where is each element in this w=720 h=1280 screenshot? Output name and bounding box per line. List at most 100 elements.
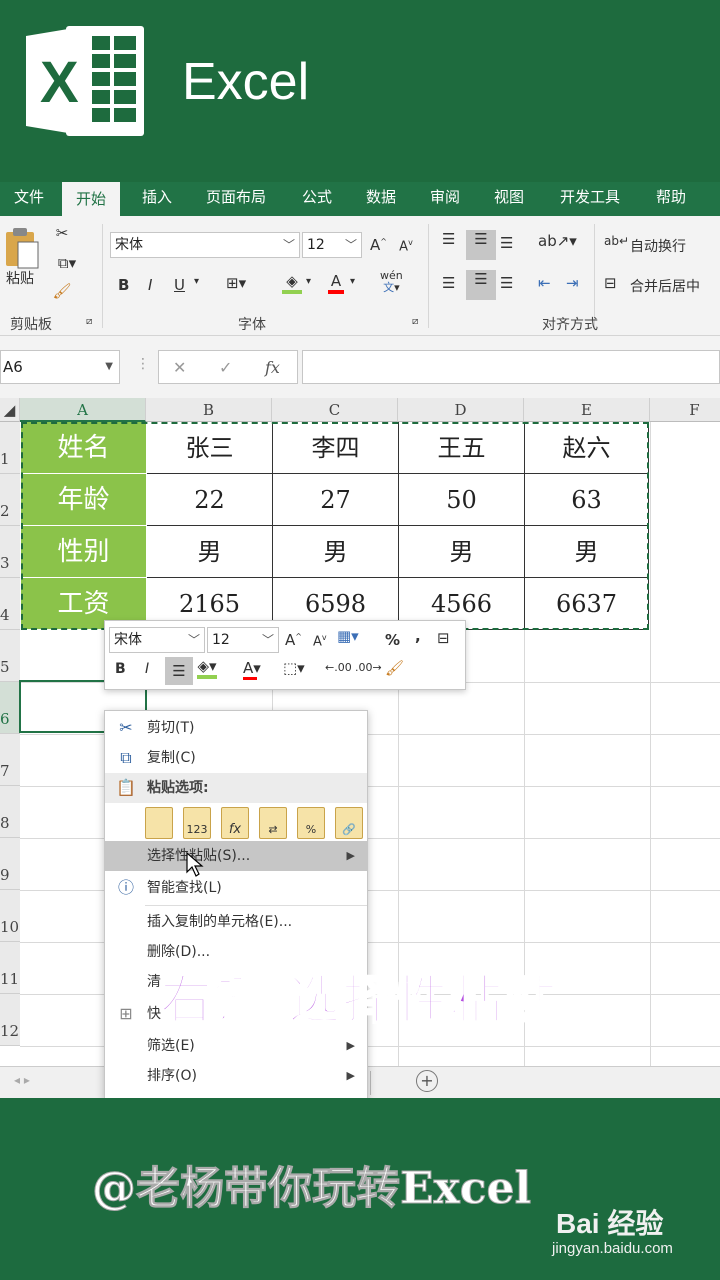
mini-percent-button[interactable]: % (385, 631, 400, 649)
paste-link-icon[interactable]: 🔗 (335, 807, 363, 839)
menu-item-filter[interactable]: 筛选(E) ▶ (105, 1031, 367, 1061)
align-top-icon[interactable]: ☰ (442, 230, 455, 248)
mini-font-color-button[interactable]: A▾ (243, 659, 261, 680)
underline-dropdown-icon[interactable]: ▾ (194, 276, 199, 287)
row-header[interactable]: 5 (0, 630, 20, 682)
row-header[interactable]: 1 (0, 422, 20, 474)
mini-border-icon[interactable]: ⬚▾ (283, 659, 305, 677)
tab-insert[interactable]: 插入 (128, 182, 186, 216)
paste-icon[interactable] (4, 226, 42, 272)
italic-button[interactable]: I (148, 276, 152, 294)
mini-grow-font-icon[interactable]: A^ (285, 631, 302, 649)
align-right-icon[interactable]: ☰ (500, 274, 513, 292)
font-name-select[interactable]: 宋体 ﹀ (110, 232, 300, 258)
tab-view[interactable]: 视图 (480, 182, 538, 216)
tab-review[interactable]: 审阅 (416, 182, 474, 216)
mini-italic-button[interactable]: I (145, 661, 149, 677)
format-painter-icon[interactable]: 🖌 (52, 282, 72, 300)
tab-formulas[interactable]: 公式 (288, 182, 346, 216)
menu-item-copy[interactable]: ⧉ 复制(C) (105, 743, 367, 773)
align-center-icon[interactable]: ☰ (466, 270, 496, 300)
row-header[interactable]: 10 (0, 890, 20, 942)
fill-color-dropdown-icon[interactable]: ▾ (306, 276, 311, 287)
mini-font-name-select[interactable]: 宋体 ﹀ (109, 627, 205, 653)
tab-page-layout[interactable]: 页面布局 (192, 182, 280, 216)
grow-font-button[interactable]: A^ (370, 236, 387, 254)
align-middle-icon[interactable]: ☰ (466, 230, 496, 260)
column-header-d[interactable]: D (398, 398, 524, 422)
menu-item-sort[interactable]: 排序(O) ▶ (105, 1061, 367, 1091)
mini-decrease-decimal-icon[interactable]: .00→ (355, 661, 382, 674)
mini-center-align-icon[interactable]: ☰ (165, 657, 193, 685)
column-header-c[interactable]: C (272, 398, 398, 422)
column-header-a[interactable]: A (20, 398, 146, 422)
tab-file[interactable]: 文件 (0, 182, 58, 216)
paste-formulas-icon[interactable]: fx (221, 807, 249, 839)
dialog-launcher-icon[interactable]: ⧄ (86, 316, 92, 327)
font-color-dropdown-icon[interactable]: ▾ (350, 276, 355, 287)
menu-item-smart-lookup[interactable]: ⓘ 智能查找(L) (105, 873, 367, 903)
row-header[interactable]: 2 (0, 474, 20, 526)
name-box[interactable]: A6 ▼ (0, 350, 120, 384)
column-header-e[interactable]: E (524, 398, 650, 422)
mini-font-size-select[interactable]: 12 ﹀ (207, 627, 279, 653)
row-header[interactable]: 9 (0, 838, 20, 890)
formula-input[interactable] (302, 350, 720, 384)
dialog-launcher-icon[interactable]: ⧄ (412, 316, 418, 327)
align-left-icon[interactable]: ☰ (442, 274, 455, 292)
fill-color-button[interactable]: ◈ (282, 272, 302, 294)
scroll-left-icon[interactable]: ◂ ▸ (14, 1073, 30, 1087)
row-header[interactable]: 4 (0, 578, 20, 630)
tab-data[interactable]: 数据 (352, 182, 410, 216)
mini-increase-decimal-icon[interactable]: ←.00 (325, 661, 352, 674)
row-header[interactable]: 11 (0, 942, 20, 994)
paste-icon[interactable] (145, 807, 173, 839)
menu-item-paste-special[interactable]: 选择性粘贴(S)... ▶ (105, 841, 367, 871)
add-sheet-icon[interactable]: + (416, 1070, 438, 1092)
paste-transpose-icon[interactable]: ⇄ (259, 807, 287, 839)
menu-item-cut[interactable]: ✂ 剪切(T) (105, 713, 367, 743)
drag-handle-icon[interactable]: ⋮ (136, 356, 150, 372)
tab-developer[interactable]: 开发工具 (546, 182, 634, 216)
orientation-icon[interactable]: ab↗▾ (538, 232, 577, 250)
merge-center-button[interactable]: 合并后居中 (630, 276, 700, 296)
shrink-font-button[interactable]: Av (398, 238, 414, 254)
paste-label[interactable]: 粘贴 (6, 268, 34, 288)
mini-format-cells-icon[interactable]: ⊟ (437, 629, 450, 647)
cut-icon[interactable]: ✂ (52, 224, 72, 242)
row-header[interactable]: 6 (0, 682, 20, 734)
row-header[interactable]: 8 (0, 786, 20, 838)
tab-help[interactable]: 帮助 (642, 182, 700, 216)
decrease-indent-icon[interactable]: ⇤ (538, 274, 551, 292)
column-header-f[interactable]: F (650, 398, 720, 422)
column-header-b[interactable]: B (146, 398, 272, 422)
paste-formatting-icon[interactable]: % (297, 807, 325, 839)
underline-button[interactable]: U (174, 276, 185, 294)
row-header[interactable]: 7 (0, 734, 20, 786)
select-all-corner[interactable]: ◢ (0, 398, 20, 422)
wrap-text-button[interactable]: 自动换行 (630, 236, 686, 256)
merge-center-icon[interactable]: ⊟ (604, 274, 617, 292)
font-size-select[interactable]: 12 ﹀ (302, 232, 362, 258)
bold-button[interactable]: B (118, 276, 129, 294)
insert-function-icon[interactable]: fx (265, 358, 280, 377)
row-header[interactable]: 12 (0, 994, 20, 1046)
cancel-icon[interactable]: ✕ (173, 358, 186, 377)
paste-values-icon[interactable]: 123 (183, 807, 211, 839)
mini-fill-color-icon[interactable]: ◈▾ (197, 657, 217, 679)
row-header[interactable]: 3 (0, 526, 20, 578)
font-color-button[interactable]: A (328, 272, 344, 294)
mini-shrink-font-icon[interactable]: Av (313, 633, 327, 649)
menu-item-insert-copied[interactable]: 插入复制的单元格(E)... (105, 907, 367, 937)
mini-bold-button[interactable]: B (115, 661, 126, 677)
copy-icon[interactable]: ⧉▾ (52, 254, 82, 272)
increase-indent-icon[interactable]: ⇥ (566, 274, 579, 292)
enter-icon[interactable]: ✓ (219, 358, 232, 377)
border-button[interactable]: ⊞▾ (226, 274, 246, 292)
phonetic-button[interactable]: wén 文▾ (380, 270, 403, 294)
wrap-text-icon[interactable]: ab↵ (604, 234, 629, 248)
mini-format-painter-icon[interactable]: 🖌 (385, 659, 404, 677)
mini-table-style-icon[interactable]: ▦▾ (337, 627, 359, 645)
align-bottom-icon[interactable]: ☰ (500, 234, 513, 252)
mini-comma-button[interactable]: , (415, 627, 421, 645)
